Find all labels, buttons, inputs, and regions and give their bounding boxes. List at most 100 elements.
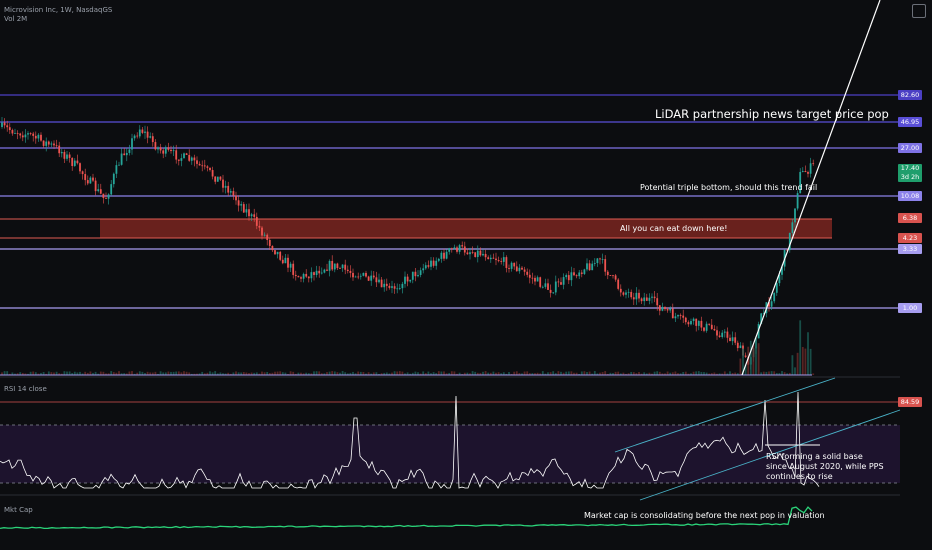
rsi-annotation: RSI forming a solid base since August 20… — [766, 452, 884, 482]
candle-body — [648, 297, 651, 301]
volume-bar — [666, 371, 669, 375]
price-level-badge: 10.08 — [898, 191, 922, 201]
candle-body — [146, 131, 149, 138]
candle-body — [276, 251, 279, 255]
candle-body — [344, 264, 347, 270]
candle-body — [81, 171, 84, 175]
candle-body — [133, 135, 136, 139]
candle-body — [625, 292, 627, 295]
candle-body — [237, 200, 240, 206]
volume-bar — [440, 371, 443, 375]
chart-settings-icon[interactable] — [912, 4, 926, 18]
candle-body — [734, 337, 737, 343]
candle-body — [443, 252, 445, 259]
rsi-annotation-line: RSI forming a solid base — [766, 452, 863, 461]
candle-body — [729, 337, 731, 342]
volume-bar — [138, 371, 141, 375]
candle-body — [302, 273, 305, 279]
volume-bar — [762, 371, 765, 375]
volume-bar — [492, 371, 495, 375]
price-level-badge: 6.38 — [898, 213, 922, 223]
candle-body — [697, 320, 700, 326]
candle-body — [552, 292, 555, 294]
chart-stage[interactable]: Microvision Inc, 1W, NasdaqGS Vol 2M RSI… — [0, 0, 932, 550]
candle-body — [666, 309, 669, 311]
candle-body — [6, 125, 9, 128]
candle-body — [183, 153, 185, 159]
candle-body — [560, 282, 562, 285]
candle-body — [523, 269, 526, 272]
triple-bottom-annotation: Potential triple bottom, should this tre… — [640, 183, 818, 192]
candle-body — [253, 214, 256, 217]
candle-body — [669, 308, 672, 311]
candle-body — [250, 214, 253, 217]
candle-body — [68, 154, 71, 158]
candle-body — [456, 247, 458, 252]
candle-body — [495, 258, 497, 261]
market-cap-label: Mkt Cap — [4, 506, 33, 514]
volume-bar — [32, 371, 35, 375]
candle-body — [315, 270, 318, 275]
candle-body — [331, 260, 334, 270]
candle-body — [411, 271, 414, 280]
candle-body — [586, 263, 588, 270]
volume-bar — [755, 338, 757, 375]
candle-body — [487, 257, 490, 260]
candle-body — [279, 251, 282, 260]
volume-bar — [341, 371, 344, 375]
candle-body — [417, 274, 419, 277]
candle-body — [684, 317, 687, 323]
candle-body — [812, 163, 815, 165]
candle-body — [32, 133, 35, 136]
candle-body — [505, 257, 508, 268]
candle-body — [674, 316, 677, 319]
candle-body — [172, 150, 175, 152]
volume-bar — [781, 371, 783, 375]
candle-body — [614, 275, 617, 280]
candle-body — [718, 335, 721, 337]
volume-bar — [523, 371, 526, 375]
candle-body — [508, 267, 510, 269]
candle-body — [110, 184, 113, 195]
candle-body — [409, 279, 412, 282]
volume-bar — [812, 373, 815, 375]
candle-body — [170, 149, 172, 152]
candle-body — [632, 297, 635, 300]
candle-body — [235, 195, 237, 201]
candle-body — [232, 191, 235, 196]
volume-bar — [214, 371, 217, 375]
candle-body — [266, 234, 269, 240]
volume-bar — [276, 371, 279, 375]
volume-bar — [515, 371, 518, 375]
candle-body — [190, 157, 193, 161]
candle-body — [55, 145, 58, 147]
candle-body — [710, 324, 713, 329]
candle-body — [580, 272, 583, 274]
candle-body — [24, 134, 27, 138]
candle-body — [372, 275, 375, 278]
candle-body — [497, 260, 500, 262]
candle-body — [773, 292, 776, 302]
candle-body — [541, 286, 544, 288]
candle-body — [461, 245, 464, 247]
candle-body — [573, 272, 575, 276]
candle-body — [804, 171, 807, 173]
candle-body — [66, 154, 68, 159]
candle-body — [500, 261, 503, 262]
candle-body — [554, 281, 557, 293]
volume-bar — [794, 367, 796, 375]
rsi-level-badge: 84.59 — [898, 397, 922, 407]
candle-body — [209, 167, 211, 171]
candle-body — [105, 197, 107, 199]
candle-body — [601, 259, 604, 260]
candle-body — [94, 180, 97, 192]
candle-body — [716, 330, 718, 336]
symbol-title: Microvision Inc, 1W, NasdaqGS — [4, 6, 113, 14]
candle-body — [705, 323, 708, 331]
candle-body — [188, 154, 191, 161]
candle-body — [638, 292, 640, 299]
candle-body — [164, 147, 167, 154]
candle-body — [466, 252, 469, 255]
volume-bar — [567, 371, 570, 375]
volume-bar — [313, 371, 315, 375]
